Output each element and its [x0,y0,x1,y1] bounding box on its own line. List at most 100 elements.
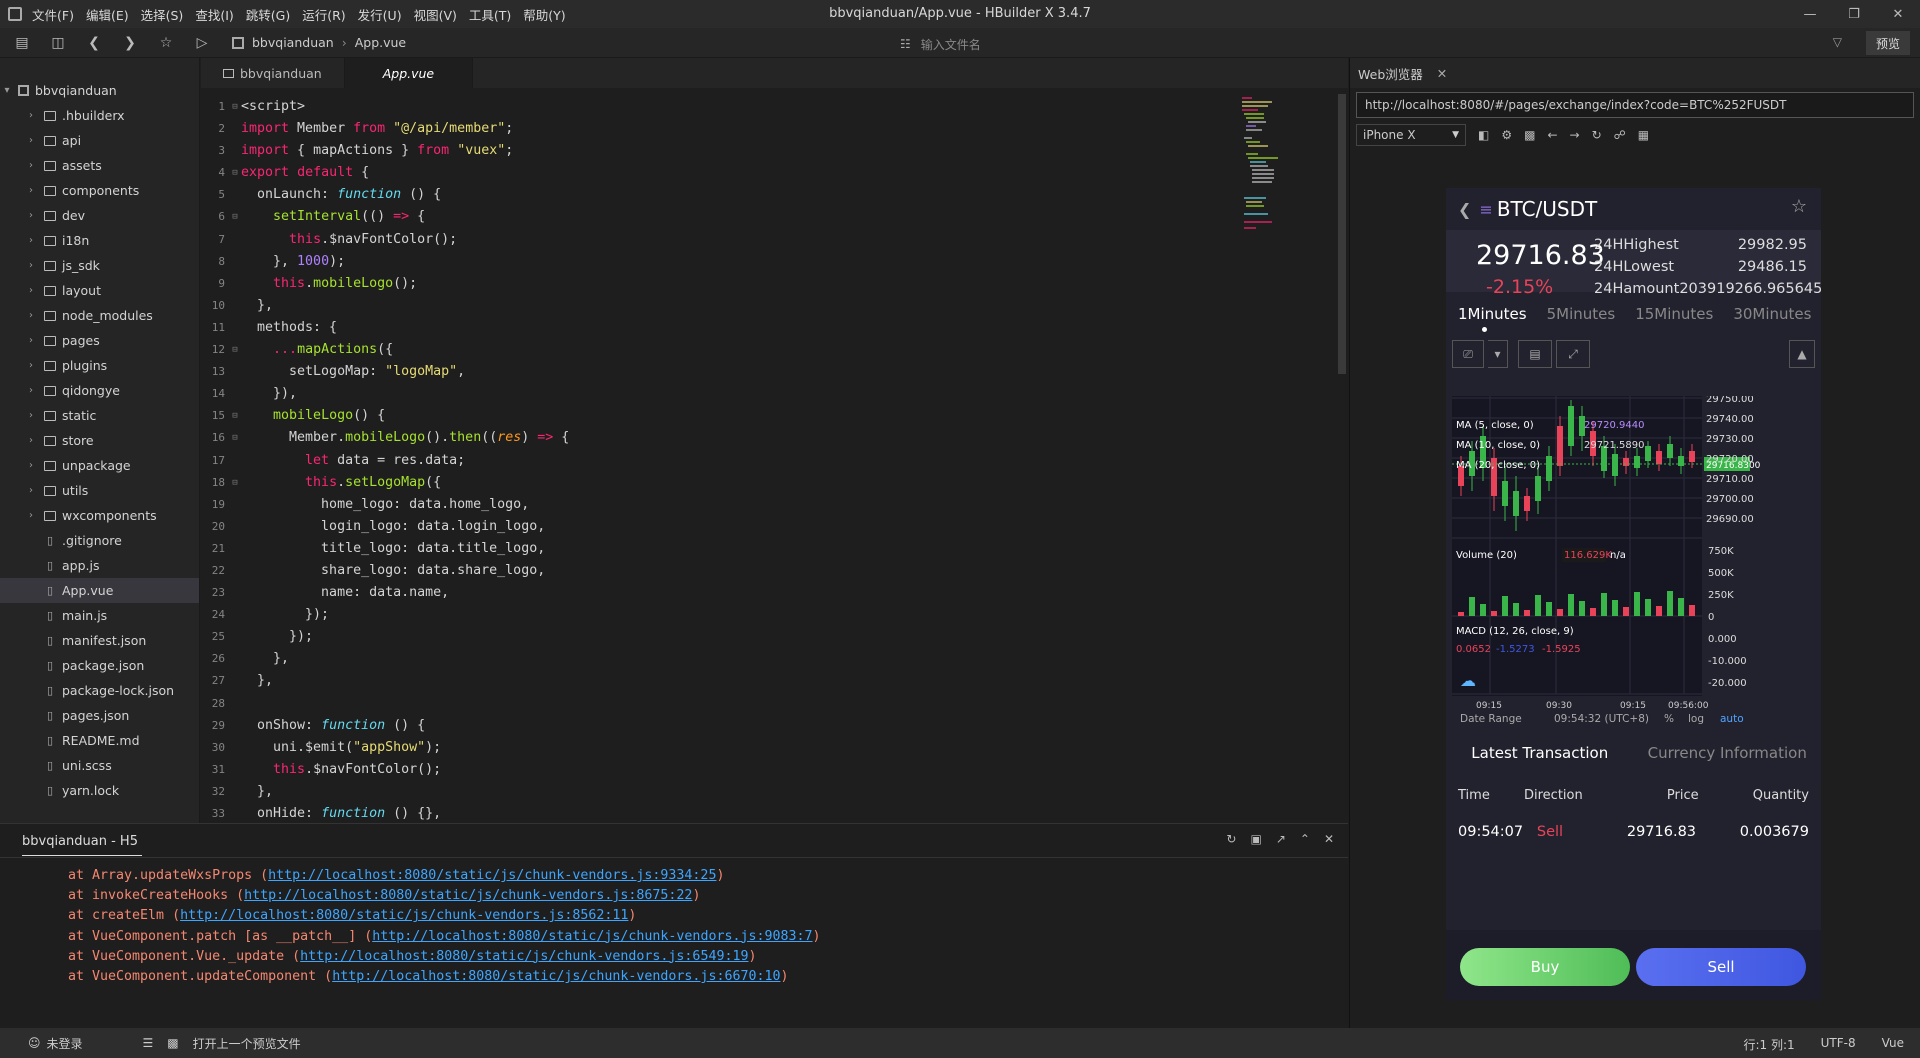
menu-item[interactable]: 帮助(Y) [523,5,565,24]
console-icon[interactable]: ▩ [1524,128,1535,142]
code-line[interactable]: 8 }, 1000); [201,251,1241,273]
code-line[interactable]: 20 login_logo: data.login_logo, [201,516,1241,538]
menu-item[interactable]: 查找(I) [195,5,233,24]
tree-item[interactable]: › api [0,128,199,153]
code-line[interactable]: 5 onLaunch: function () { [201,184,1241,206]
open-external-icon[interactable]: ↗ [1276,832,1286,846]
tree-item[interactable]: › unpackage [0,453,199,478]
menu-item[interactable]: 选择(S) [141,5,184,24]
minimize-button[interactable]: — [1788,0,1832,28]
tree-item[interactable]: › assets [0,153,199,178]
menu-item[interactable]: 发行(U) [358,5,402,24]
kline-chart[interactable]: 29716.8300 29750.00 29740.00 29730.00 29… [1446,396,1821,726]
breadcrumb-project[interactable]: bbvqianduan [252,35,334,50]
code-line[interactable]: 22 share_logo: data.share_logo, [201,560,1241,582]
tree-item[interactable]: ▯ package.json [0,653,199,678]
device-select[interactable]: iPhone X ▼ [1356,124,1466,146]
back-icon[interactable]: ❮ [1458,200,1471,219]
menu-item[interactable]: 编辑(E) [86,5,129,24]
tree-item[interactable]: ▯ package-lock.json [0,678,199,703]
tree-item[interactable]: › store [0,428,199,453]
menu-item[interactable]: 文件(F) [32,5,74,24]
menu-item[interactable]: 运行(R) [302,5,345,24]
terminal-icon[interactable]: ▩ [167,1036,178,1050]
interval-tab[interactable]: 30Minutes [1733,305,1811,323]
star-icon[interactable]: ☆ [152,29,180,57]
code-line[interactable]: 30 uni.$emit("appShow"); [201,737,1241,759]
tab-app-vue[interactable]: App.vue [344,58,474,88]
browser-forward-icon[interactable]: → [1570,128,1580,142]
rotate-icon[interactable]: ◧ [1478,128,1489,142]
chevron-up-icon[interactable]: ⌃ [1300,832,1310,846]
code-line[interactable]: 7 this.$navFontColor(); [201,229,1241,251]
breadcrumb-file[interactable]: App.vue [355,35,406,50]
tree-item[interactable]: › plugins [0,353,199,378]
tree-item[interactable]: › dev [0,203,199,228]
tree-root[interactable]: ▾ bbvqianduan [0,78,199,103]
auto-scale[interactable]: auto [1720,713,1744,725]
stack-link[interactable]: http://localhost:8080/static/js/chunk-ve… [244,888,692,903]
code-line[interactable]: 23 name: data.name, [201,582,1241,604]
interval-tab[interactable]: 1Minutes [1458,305,1527,323]
browser-tab[interactable]: Web浏览器 ✕ [1350,58,1920,88]
tree-item[interactable]: ▯ App.vue [0,578,199,603]
code-line[interactable]: 33 onHide: function () {}, [201,803,1241,825]
fullscreen-icon[interactable]: ⤢ [1556,340,1590,368]
fold-icon[interactable]: ⊟ [229,472,241,494]
collapse-icon[interactable]: ▲ [1789,340,1815,368]
code-line[interactable]: 26 }, [201,648,1241,670]
code-line[interactable]: 12 ⊟ ...mapActions({ [201,339,1241,361]
code-line[interactable]: 25 }); [201,626,1241,648]
fold-icon[interactable]: ⊟ [229,427,241,449]
indicators-icon[interactable]: ▤ [1518,340,1552,368]
grid-icon[interactable]: ▦ [1638,128,1649,142]
stack-link[interactable]: http://localhost:8080/static/js/chunk-ve… [180,908,628,923]
menu-item[interactable]: 视图(V) [414,5,457,24]
tree-item[interactable]: › wxcomponents [0,503,199,528]
code-line[interactable]: 24 }); [201,604,1241,626]
tree-item[interactable]: › .hbuilderx [0,103,199,128]
tree-item[interactable]: ▯ pages.json [0,703,199,728]
browser-back-icon[interactable]: ← [1547,128,1557,142]
code-line[interactable]: 15 ⊟ mobileLogo() { [201,405,1241,427]
preview-hint[interactable]: 打开上一个预览文件 [193,1035,301,1052]
tree-item[interactable]: ▯ .gitignore [0,528,199,553]
favorite-icon[interactable]: ☆ [1791,196,1807,217]
code-line[interactable]: 32 }, [201,781,1241,803]
restore-button[interactable]: ❐ [1832,0,1876,28]
buy-button[interactable]: Buy [1460,948,1630,986]
code-line[interactable]: 11 methods: { [201,317,1241,339]
code-line[interactable]: 14 }), [201,383,1241,405]
forward-arrow-icon[interactable]: ❯ [116,29,144,57]
code-line[interactable]: 28 [201,693,1241,715]
tree-item[interactable]: › js_sdk [0,253,199,278]
tree-item[interactable]: › qidongye [0,378,199,403]
fold-icon[interactable]: ⊟ [229,96,241,118]
tree-item[interactable]: ▯ app.js [0,553,199,578]
close-tab-icon[interactable]: ✕ [1437,66,1447,81]
filter-icon[interactable]: ▽ [1833,35,1842,49]
list-icon[interactable]: ☰ [143,1036,154,1050]
code-line[interactable]: 21 title_logo: data.title_logo, [201,538,1241,560]
settings-icon[interactable]: ⚙ [1501,128,1512,142]
menu-item[interactable]: 工具(T) [469,5,511,24]
close-window-button[interactable]: ✕ [1876,0,1920,28]
restart-icon[interactable]: ↻ [1226,832,1236,846]
tree-item[interactable]: ▯ README.md [0,728,199,753]
tree-item[interactable]: › node_modules [0,303,199,328]
back-arrow-icon[interactable]: ❮ [80,29,108,57]
language-mode[interactable]: Vue [1882,1036,1904,1053]
chart-type-dropdown-icon[interactable]: ▾ [1488,340,1508,368]
code-line[interactable]: 2 import Member from "@/api/member"; [201,118,1241,140]
code-line[interactable]: 10 }, [201,295,1241,317]
file-search-input[interactable]: 输入文件名 [921,36,981,53]
date-range-button[interactable]: Date Range [1460,713,1522,725]
fold-icon[interactable]: ⊟ [229,339,241,361]
tree-item[interactable]: › utils [0,478,199,503]
tree-item[interactable]: › components [0,178,199,203]
stack-link[interactable]: http://localhost:8080/static/js/chunk-ve… [268,868,716,883]
tree-item[interactable]: › layout [0,278,199,303]
stop-icon[interactable]: ▣ [1250,832,1261,846]
fold-icon[interactable]: ⊟ [229,206,241,228]
url-input[interactable]: http://localhost:8080/#/pages/exchange/i… [1356,92,1914,118]
